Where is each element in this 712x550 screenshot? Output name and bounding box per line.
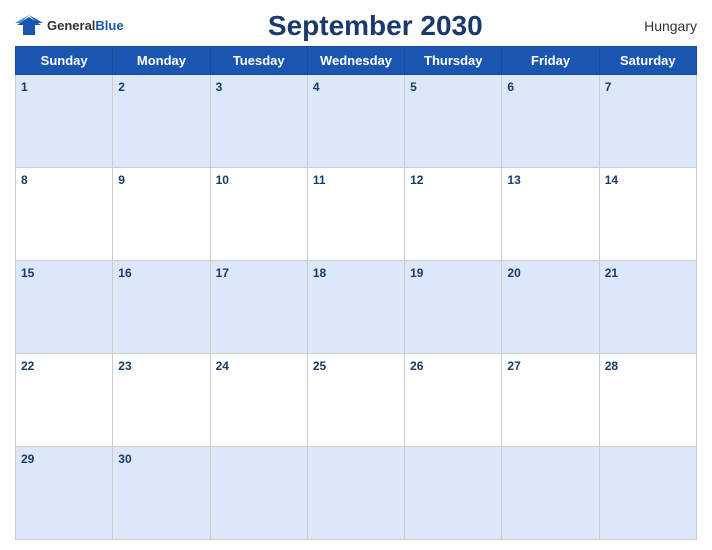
day-header-friday: Friday — [502, 47, 599, 75]
logo-general: General — [47, 18, 95, 33]
day-number: 23 — [118, 359, 131, 373]
week-row-1: 1 2 3 4 5 6 7 — [16, 75, 697, 168]
day-header-wednesday: Wednesday — [307, 47, 404, 75]
calendar-cell: 3 — [210, 75, 307, 168]
day-number: 8 — [21, 173, 28, 187]
calendar-cell: 18 — [307, 261, 404, 354]
calendar-cell: 21 — [599, 261, 696, 354]
day-number: 17 — [216, 266, 229, 280]
days-of-week-row: SundayMondayTuesdayWednesdayThursdayFrid… — [16, 47, 697, 75]
calendar-cell: 24 — [210, 354, 307, 447]
day-number: 1 — [21, 80, 28, 94]
calendar-cell: 11 — [307, 168, 404, 261]
calendar-cell: 28 — [599, 354, 696, 447]
calendar-cell: 10 — [210, 168, 307, 261]
calendar-cell: 5 — [405, 75, 502, 168]
calendar-cell: 19 — [405, 261, 502, 354]
calendar-cell: 13 — [502, 168, 599, 261]
calendar-cell — [210, 447, 307, 540]
day-number: 6 — [507, 80, 514, 94]
day-number: 16 — [118, 266, 131, 280]
calendar-cell: 12 — [405, 168, 502, 261]
day-header-sunday: Sunday — [16, 47, 113, 75]
day-number: 26 — [410, 359, 423, 373]
calendar-cell — [405, 447, 502, 540]
day-number: 25 — [313, 359, 326, 373]
day-number: 14 — [605, 173, 618, 187]
calendar-cell: 30 — [113, 447, 210, 540]
week-row-4: 22 23 24 25 26 27 28 — [16, 354, 697, 447]
day-number: 19 — [410, 266, 423, 280]
day-number: 10 — [216, 173, 229, 187]
logo-bird-icon — [15, 15, 43, 37]
calendar-cell: 7 — [599, 75, 696, 168]
country-label: Hungary — [627, 18, 697, 34]
calendar-cell: 14 — [599, 168, 696, 261]
day-number: 21 — [605, 266, 618, 280]
day-number: 5 — [410, 80, 417, 94]
day-number: 3 — [216, 80, 223, 94]
calendar-cell: 17 — [210, 261, 307, 354]
calendar-cell: 29 — [16, 447, 113, 540]
calendar-cell: 8 — [16, 168, 113, 261]
day-number: 4 — [313, 80, 320, 94]
day-number: 24 — [216, 359, 229, 373]
calendar-cell: 20 — [502, 261, 599, 354]
day-header-monday: Monday — [113, 47, 210, 75]
day-number: 30 — [118, 452, 131, 466]
calendar-cell: 6 — [502, 75, 599, 168]
day-header-tuesday: Tuesday — [210, 47, 307, 75]
day-number: 18 — [313, 266, 326, 280]
calendar-cell: 16 — [113, 261, 210, 354]
week-row-5: 29 30 — [16, 447, 697, 540]
logo-text: GeneralBlue — [47, 17, 124, 35]
calendar-cell: 27 — [502, 354, 599, 447]
day-number: 7 — [605, 80, 612, 94]
day-number: 22 — [21, 359, 34, 373]
day-number: 28 — [605, 359, 618, 373]
day-number: 11 — [313, 173, 326, 187]
day-number: 15 — [21, 266, 34, 280]
calendar-cell — [307, 447, 404, 540]
day-number: 12 — [410, 173, 423, 187]
week-row-2: 8 9 10 11 12 13 14 — [16, 168, 697, 261]
week-row-3: 15 16 17 18 19 20 21 — [16, 261, 697, 354]
day-header-thursday: Thursday — [405, 47, 502, 75]
day-number: 27 — [507, 359, 520, 373]
calendar-header: GeneralBlue September 2030 Hungary — [15, 10, 697, 42]
calendar-table: SundayMondayTuesdayWednesdayThursdayFrid… — [15, 46, 697, 540]
calendar-cell: 23 — [113, 354, 210, 447]
calendar-cell: 2 — [113, 75, 210, 168]
calendar-cell — [599, 447, 696, 540]
calendar-cell: 26 — [405, 354, 502, 447]
day-number: 29 — [21, 452, 34, 466]
calendar-cell: 25 — [307, 354, 404, 447]
day-number: 20 — [507, 266, 520, 280]
day-number: 2 — [118, 80, 125, 94]
day-number: 9 — [118, 173, 125, 187]
calendar-cell — [502, 447, 599, 540]
calendar-cell: 4 — [307, 75, 404, 168]
calendar-title: September 2030 — [124, 10, 627, 42]
logo-blue: Blue — [95, 18, 123, 33]
day-header-saturday: Saturday — [599, 47, 696, 75]
logo: GeneralBlue — [15, 15, 124, 37]
calendar-cell: 1 — [16, 75, 113, 168]
calendar-cell: 9 — [113, 168, 210, 261]
calendar-cell: 15 — [16, 261, 113, 354]
calendar-cell: 22 — [16, 354, 113, 447]
day-number: 13 — [507, 173, 520, 187]
